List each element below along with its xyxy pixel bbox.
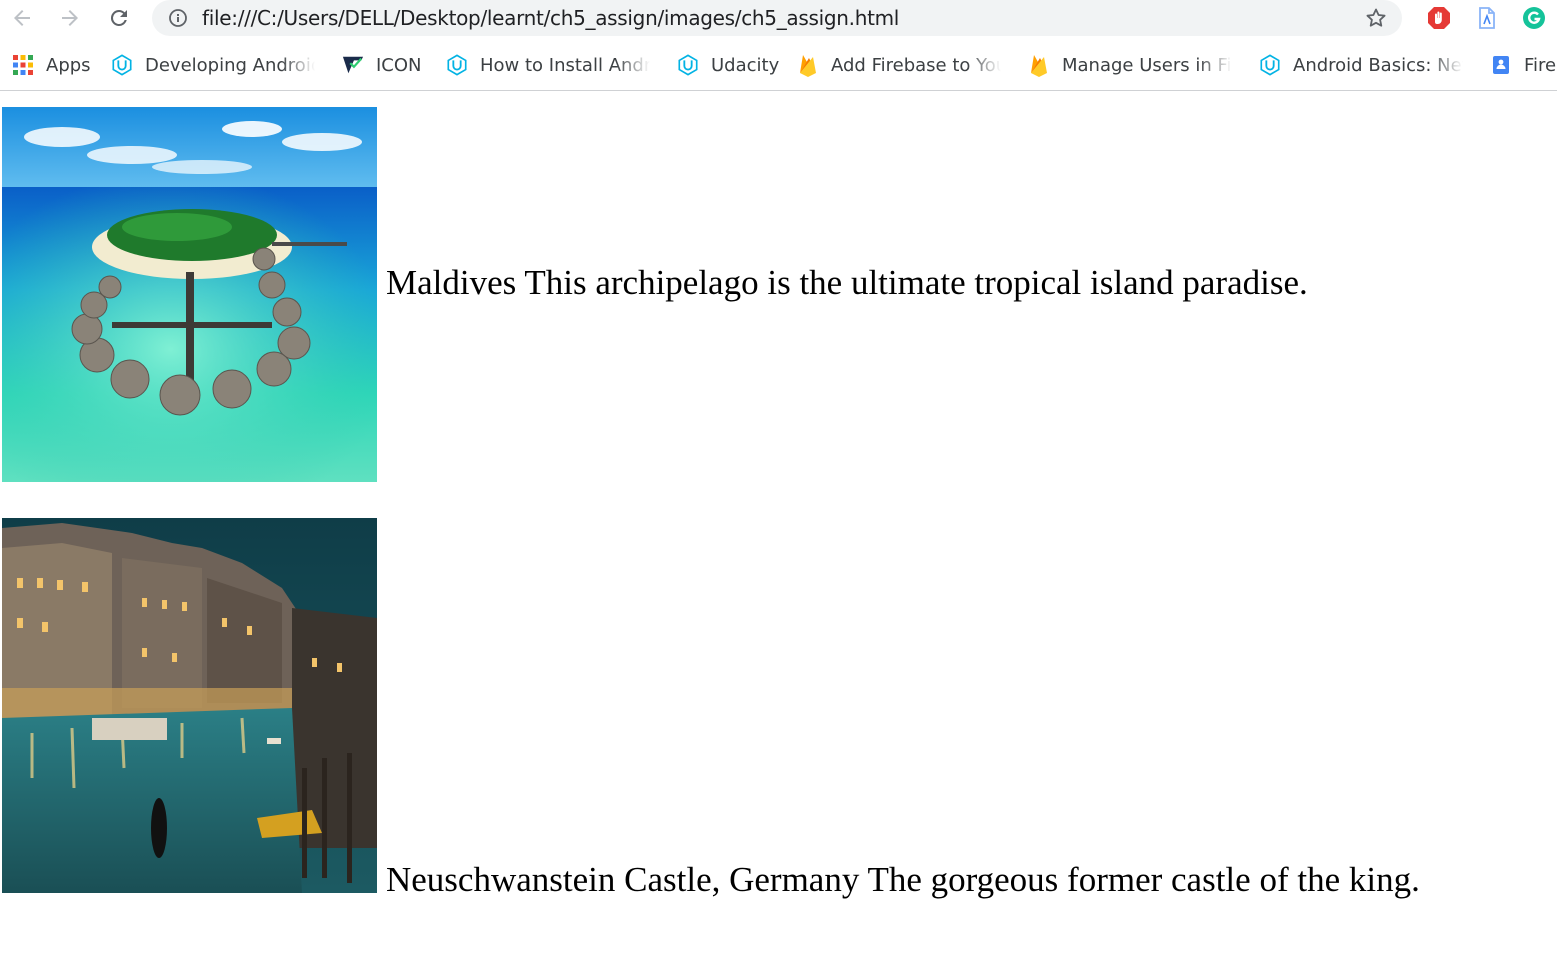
forward-arrow-icon <box>62 10 78 26</box>
udacity-icon <box>111 54 133 76</box>
udacity-icon <box>677 54 699 76</box>
bookmark-udacity[interactable]: Udacity <box>677 52 779 78</box>
bookmark-label: Android Basics: Netw <box>1293 54 1463 76</box>
adblock-extension-icon[interactable] <box>1427 6 1451 30</box>
bookmark-install-android[interactable]: How to Install Androi <box>446 52 650 78</box>
firebase-icon <box>797 54 819 77</box>
url-text[interactable]: file:///C:/Users/DELL/Desktop/learnt/ch5… <box>202 6 899 30</box>
back-button[interactable] <box>6 4 38 32</box>
bookmark-label: Udacity <box>711 54 780 76</box>
venice-caption: Neuschwanstein Castle, Germany The gorge… <box>386 860 1420 899</box>
browser-toolbar: file:///C:/Users/DELL/Desktop/learnt/ch5… <box>0 0 1557 40</box>
grammarly-extension-icon[interactable] <box>1522 6 1546 30</box>
bookmark-manage-users[interactable]: Manage Users in Fire <box>1028 52 1232 78</box>
bookmarks-bar: Apps Developing Android / ICON How to In… <box>0 40 1557 91</box>
bookmark-icon[interactable]: ICON <box>342 52 422 78</box>
bookmark-label: Apps <box>46 54 91 76</box>
address-bar[interactable]: file:///C:/Users/DELL/Desktop/learnt/ch5… <box>152 0 1402 36</box>
document-extension-icon[interactable] <box>1475 6 1499 30</box>
bookmark-star-icon[interactable] <box>1364 6 1388 30</box>
reload-button[interactable] <box>103 4 135 32</box>
maldives-photo <box>2 107 377 482</box>
bookmark-label: ICON <box>376 54 422 76</box>
forward-button[interactable] <box>54 4 86 32</box>
venice-canal-photo <box>2 518 377 893</box>
bookmark-label: How to Install Androi <box>480 54 650 76</box>
udacity-icon <box>1259 54 1281 76</box>
bookmark-firebase-docs[interactable]: Firel <box>1490 52 1557 78</box>
bookmark-add-firebase[interactable]: Add Firebase to Your <box>797 52 1001 78</box>
info-icon[interactable] <box>168 8 188 28</box>
back-arrow-icon <box>14 10 30 26</box>
bookmark-label: Firel <box>1524 54 1557 76</box>
page-content: Maldives This archipelago is the ultimat… <box>0 91 1557 963</box>
udacity-icon <box>446 54 468 76</box>
bookmark-android-basics[interactable]: Android Basics: Netw <box>1259 52 1463 78</box>
bookmark-developing-android[interactable]: Developing Android / <box>111 52 315 78</box>
google-docs-icon <box>1490 54 1512 76</box>
reload-icon <box>110 9 127 26</box>
icon-logo-icon <box>342 54 364 76</box>
firebase-icon <box>1028 54 1050 77</box>
bookmark-label: Developing Android / <box>145 54 315 76</box>
maldives-caption: Maldives This archipelago is the ultimat… <box>386 263 1308 302</box>
bookmark-label: Add Firebase to Your <box>831 54 1001 76</box>
apps-grid-icon <box>12 54 34 76</box>
bookmark-label: Manage Users in Fire <box>1062 54 1232 76</box>
bookmark-apps[interactable]: Apps <box>12 52 91 78</box>
